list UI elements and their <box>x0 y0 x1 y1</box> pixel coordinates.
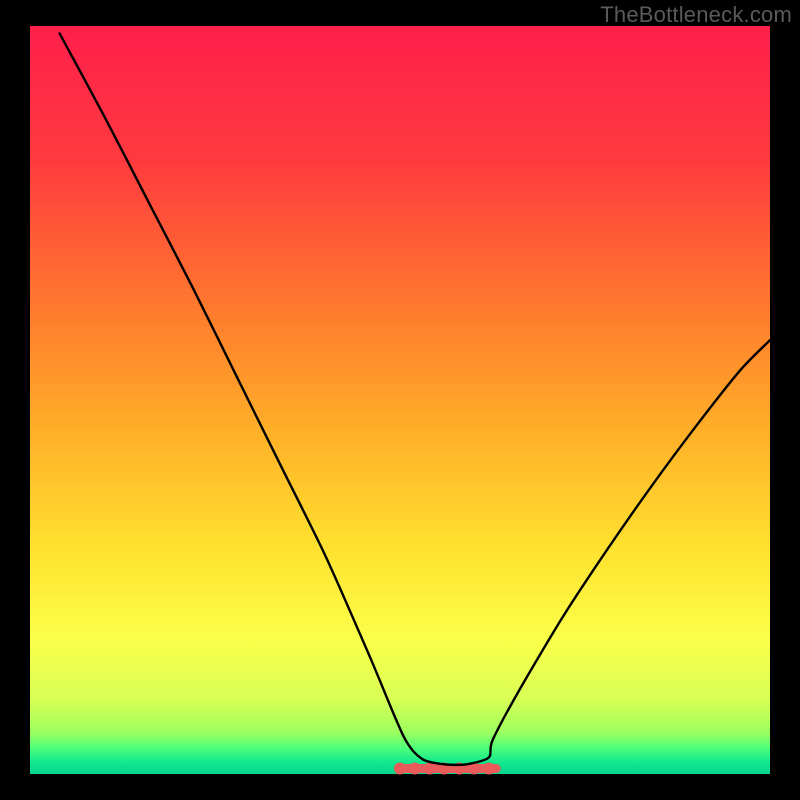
bottleneck-chart <box>0 0 800 800</box>
chart-stage: TheBottleneck.com <box>0 0 800 800</box>
source-watermark: TheBottleneck.com <box>600 2 792 28</box>
chart-gradient-bg <box>30 26 770 774</box>
